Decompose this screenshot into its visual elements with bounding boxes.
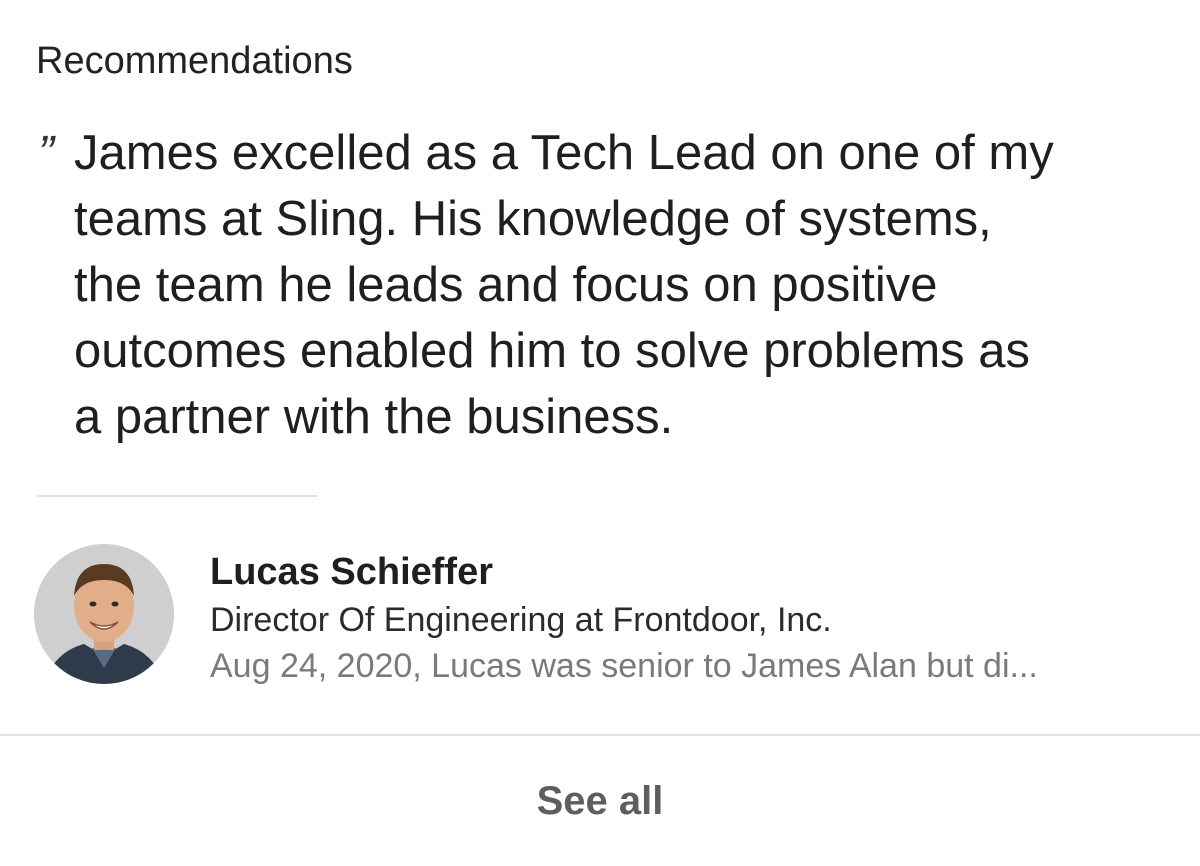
avatar[interactable] <box>34 544 174 684</box>
section-title: Recommendations <box>36 40 353 82</box>
see-all-button[interactable]: See all <box>0 736 1200 866</box>
recommender-headline: Director Of Engineering at Frontdoor, In… <box>210 601 832 639</box>
recommender-name[interactable]: Lucas Schieffer <box>210 548 493 596</box>
recommendations-card: Recommendations ” James excelled as a Te… <box>0 0 1200 866</box>
recommendation-meta: Aug 24, 2020, Lucas was senior to James … <box>210 647 1038 685</box>
recommendation-text[interactable]: James excelled as a Tech Lead on one of … <box>74 120 1174 450</box>
quote-icon: ” <box>38 127 54 180</box>
avatar-photo <box>34 544 174 684</box>
divider <box>36 495 318 497</box>
